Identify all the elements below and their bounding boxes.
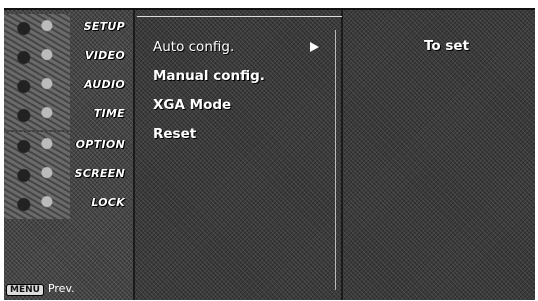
category-label: OPTION [75, 138, 125, 151]
menu-item-auto-config[interactable]: Auto config. [153, 39, 234, 55]
menu-key-icon: MENU [6, 284, 44, 296]
audio-icon [4, 72, 70, 101]
category-time[interactable]: TIME [4, 101, 133, 130]
time-icon [4, 101, 70, 130]
prev-hint[interactable]: MENU Prev. [6, 282, 75, 296]
category-screen[interactable]: SCREEN [4, 161, 133, 190]
category-label: SETUP [83, 20, 125, 33]
category-audio[interactable]: AUDIO [4, 72, 133, 101]
menu-item-reset[interactable]: Reset [153, 126, 196, 142]
setup-icon [4, 14, 70, 43]
category-label: TIME [93, 107, 125, 120]
category-video[interactable]: VIDEO [4, 43, 133, 72]
menu-item-manual-config[interactable]: Manual config. [153, 68, 265, 84]
category-label: AUDIO [83, 78, 125, 91]
right-triangle-icon [310, 42, 319, 52]
submenu-top-border [137, 16, 342, 17]
category-lock[interactable]: LOCK [4, 190, 133, 219]
video-icon [4, 43, 70, 72]
category-sidebar: SETUP VIDEO AUDIO TIME OPTION SCREEN LOC… [4, 10, 135, 300]
menu-item-xga-mode[interactable]: XGA Mode [153, 97, 231, 113]
category-option[interactable]: OPTION [4, 132, 133, 161]
screen-icon [4, 161, 70, 190]
prev-label: Prev. [47, 282, 75, 295]
category-label: VIDEO [84, 49, 125, 62]
option-icon [4, 132, 70, 161]
osd-menu: SETUP VIDEO AUDIO TIME OPTION SCREEN LOC… [4, 8, 535, 300]
lock-icon [4, 190, 70, 219]
category-setup[interactable]: SETUP [4, 14, 133, 43]
to-set-hint: To set [424, 38, 470, 54]
category-label: SCREEN [74, 167, 125, 180]
submenu-divider [335, 30, 336, 290]
detail-panel: To set [343, 10, 535, 300]
submenu-panel: Auto config. Manual config. XGA Mode Res… [135, 10, 343, 300]
category-label: LOCK [91, 196, 125, 209]
